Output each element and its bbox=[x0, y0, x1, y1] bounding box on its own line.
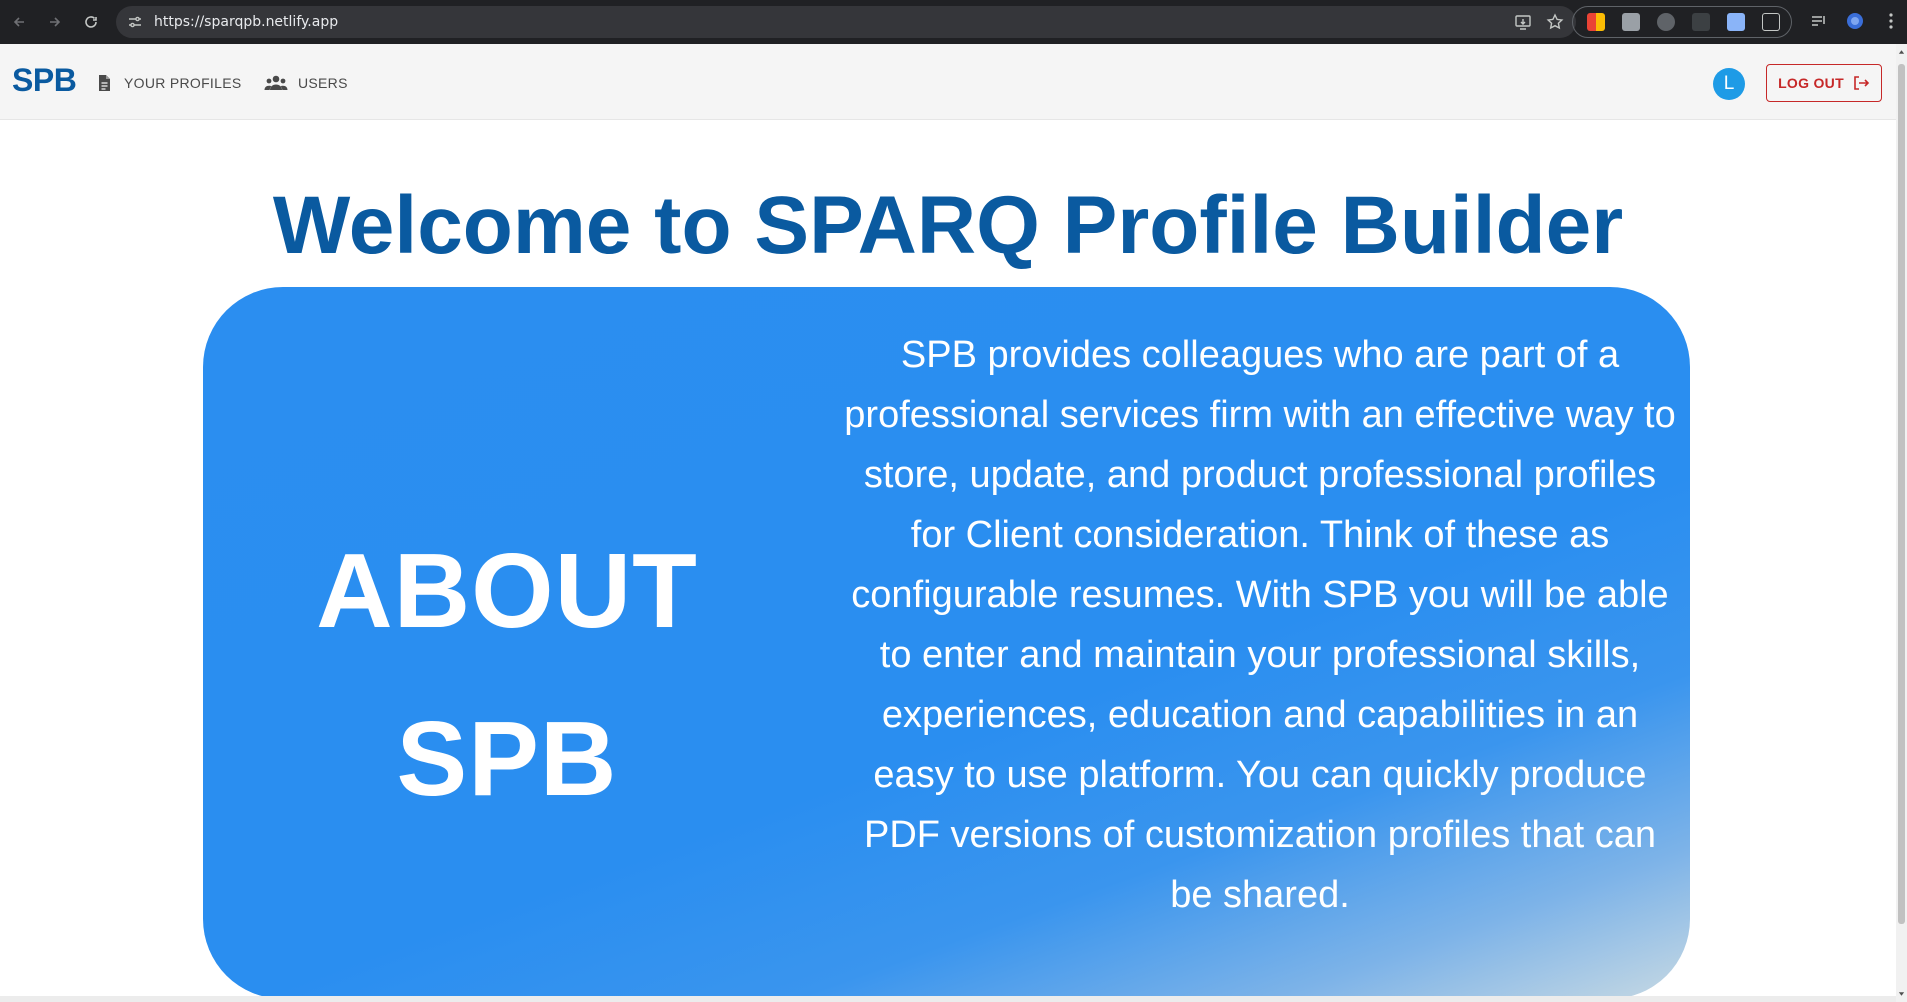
scroll-thumb[interactable] bbox=[1898, 64, 1905, 924]
horizontal-scroll-track bbox=[0, 996, 1896, 1002]
arrow-left-icon bbox=[13, 17, 24, 27]
logout-icon bbox=[1854, 76, 1870, 90]
address-bar[interactable]: https://sparqpb.netlify.app bbox=[116, 6, 1576, 38]
install-app-icon[interactable] bbox=[1514, 13, 1532, 31]
reload-button[interactable] bbox=[74, 5, 108, 39]
arrow-right-icon bbox=[50, 17, 61, 27]
profile-icon[interactable] bbox=[1846, 10, 1864, 32]
puzzle-icon[interactable] bbox=[1762, 13, 1780, 31]
logout-label: LOG OUT bbox=[1778, 75, 1844, 91]
about-heading-line1: ABOUT bbox=[316, 532, 698, 650]
nav-users[interactable]: USERS bbox=[264, 72, 348, 94]
page-scrollbar[interactable] bbox=[1896, 44, 1907, 1002]
extension-icon[interactable] bbox=[1727, 13, 1745, 31]
logout-button[interactable]: LOG OUT bbox=[1766, 64, 1882, 102]
scroll-up-icon[interactable] bbox=[1898, 48, 1905, 56]
extension-icon[interactable] bbox=[1657, 13, 1675, 31]
url-text: https://sparqpb.netlify.app bbox=[154, 14, 339, 30]
about-heading: ABOUT SPB bbox=[203, 507, 811, 843]
more-menu-icon[interactable] bbox=[1882, 10, 1900, 32]
nav-label: YOUR PROFILES bbox=[124, 75, 242, 91]
bookmark-star-icon[interactable] bbox=[1546, 13, 1564, 31]
nav-label: USERS bbox=[298, 75, 348, 91]
app-header: SPB YOUR PROFILES USERS L LOG OUT bbox=[0, 44, 1896, 120]
media-controls-icon[interactable] bbox=[1810, 10, 1828, 32]
scroll-down-icon[interactable] bbox=[1898, 990, 1905, 998]
app-logo[interactable]: SPB bbox=[12, 62, 77, 99]
about-card: ABOUT SPB SPB provides colleagues who ar… bbox=[203, 287, 1690, 999]
nav-your-profiles[interactable]: YOUR PROFILES bbox=[94, 72, 241, 94]
about-heading-line2: SPB bbox=[396, 700, 618, 818]
back-button[interactable] bbox=[2, 5, 36, 39]
reload-icon bbox=[85, 16, 97, 28]
extensions-group bbox=[1572, 6, 1792, 38]
extension-icon[interactable] bbox=[1692, 13, 1710, 31]
users-icon bbox=[264, 75, 288, 90]
document-icon bbox=[99, 75, 110, 91]
extension-icon[interactable] bbox=[1587, 13, 1605, 31]
about-description: SPB provides colleagues who are part of … bbox=[844, 334, 1676, 916]
browser-toolbar: https://sparqpb.netlify.app bbox=[0, 0, 1907, 44]
browser-actions bbox=[1810, 10, 1900, 32]
welcome-prefix: Welcome to bbox=[272, 180, 755, 271]
page-title: Welcome to SPARQ Profile Builder bbox=[0, 178, 1896, 274]
forward-button[interactable] bbox=[38, 5, 72, 39]
avatar[interactable]: L bbox=[1713, 68, 1745, 100]
welcome-brand: SPARQ Profile Builder bbox=[754, 180, 1624, 271]
extension-icon[interactable] bbox=[1622, 13, 1640, 31]
site-settings-icon[interactable] bbox=[126, 13, 144, 31]
